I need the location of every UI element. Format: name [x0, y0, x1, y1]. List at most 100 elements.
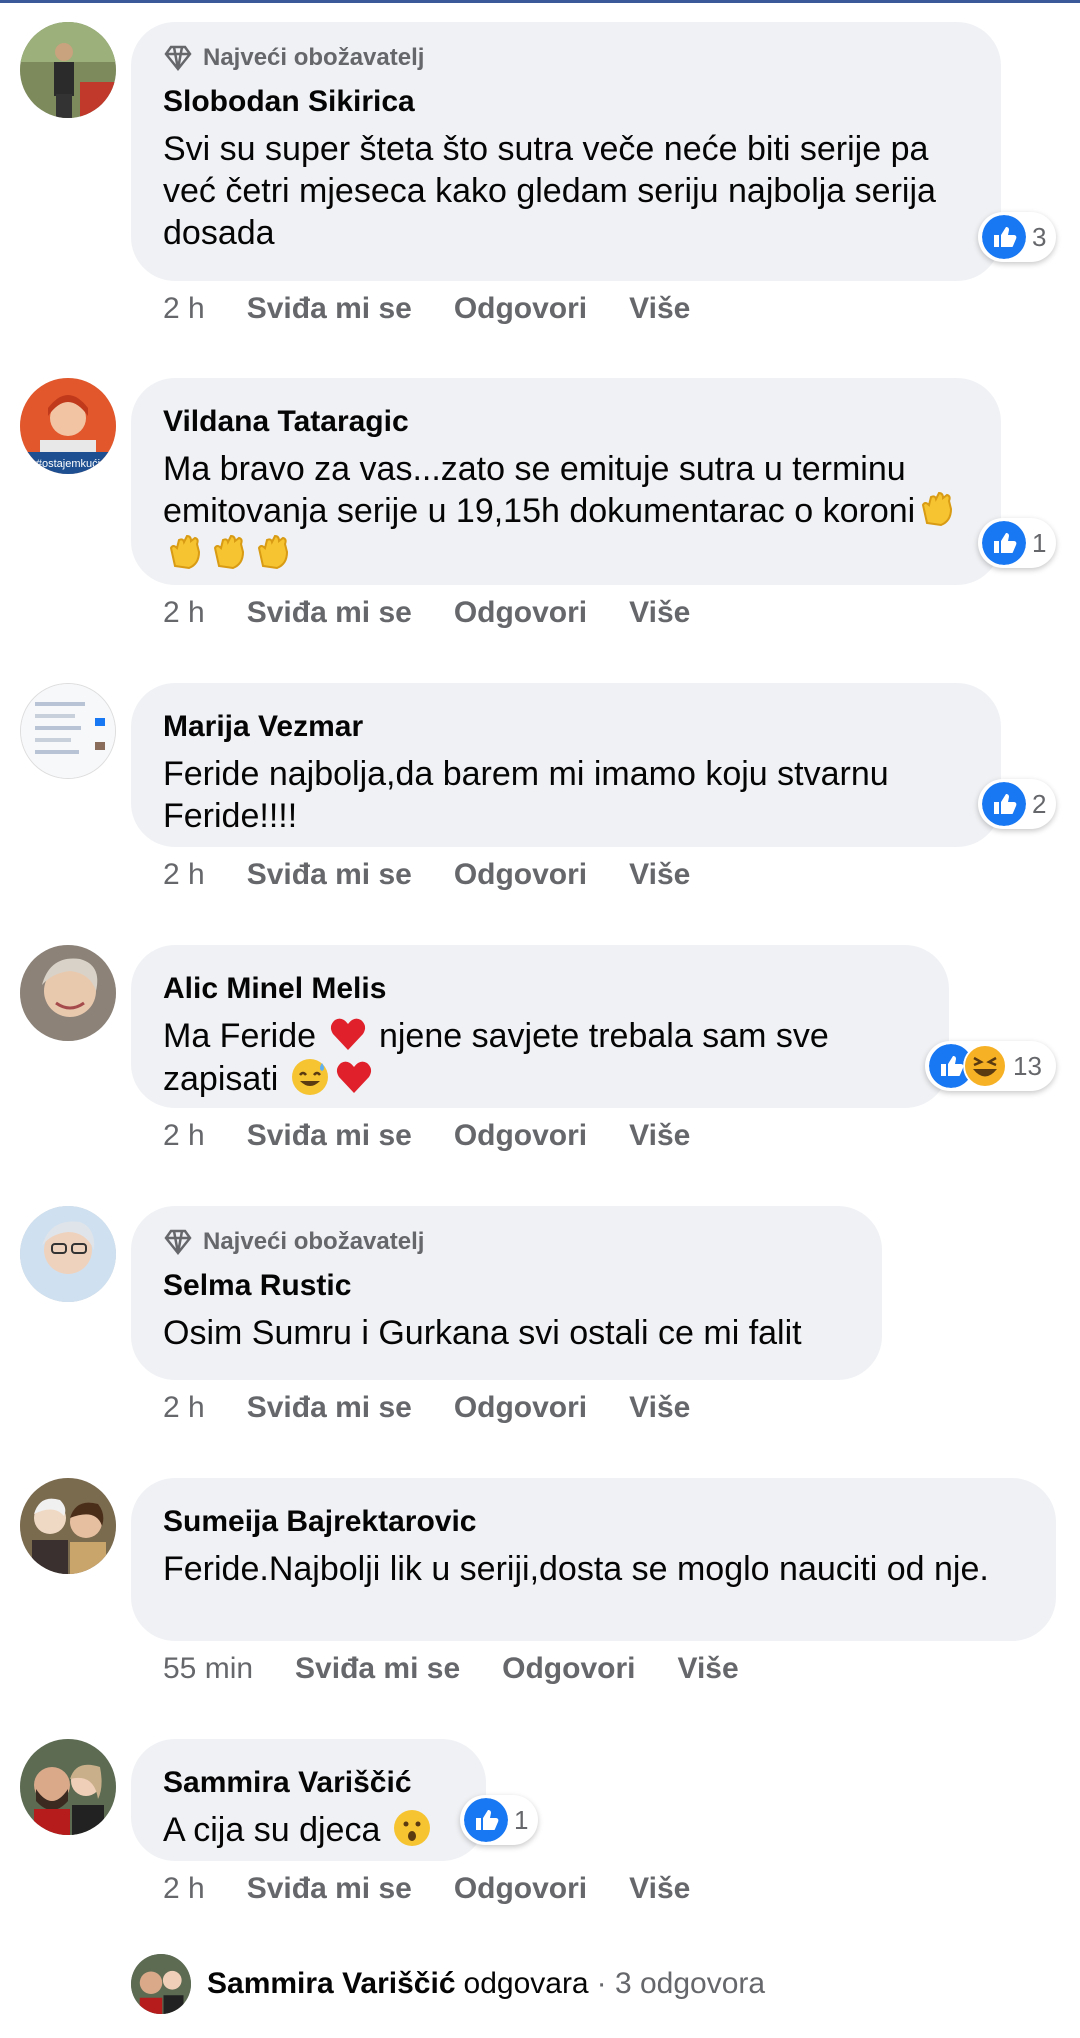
- hushed-face-emoji-icon: [393, 1810, 430, 1847]
- comment-text: Osim Sumru i Gurkana svi ostali ce mi fa…: [163, 1314, 802, 1352]
- comment-author[interactable]: Selma Rustic: [163, 1268, 850, 1304]
- red-heart-emoji-icon: [330, 1018, 365, 1051]
- comment-text-body: Ma bravo za vas...zato se emituje sutra …: [163, 450, 916, 530]
- more-button[interactable]: Više: [629, 1391, 690, 1425]
- avatar[interactable]: [20, 1206, 116, 1302]
- sweat-smile-emoji-icon: [291, 1059, 328, 1096]
- more-button[interactable]: Više: [677, 1652, 738, 1686]
- reply-button[interactable]: Odgovori: [454, 596, 587, 630]
- comment-author[interactable]: Alic Minel Melis: [163, 971, 917, 1007]
- like-button[interactable]: Sviđa mi se: [247, 292, 412, 326]
- reply-author: Sammira Variščić: [207, 1967, 456, 2000]
- clap-emoji-icon: [169, 535, 201, 570]
- comment-text: Ma Feride njene savjete trebala sam sve …: [163, 1015, 917, 1101]
- like-button[interactable]: Sviđa mi se: [247, 1119, 412, 1153]
- like-reaction-icon: [982, 782, 1026, 826]
- reply-button[interactable]: Odgovori: [454, 1872, 587, 1906]
- comment-bubble: Najveći obožavatelj Selma Rustic Osim Su…: [131, 1206, 882, 1380]
- comment-time[interactable]: 2 h: [163, 1872, 205, 1906]
- reaction-count: 1: [1032, 527, 1047, 558]
- more-button[interactable]: Više: [629, 1119, 690, 1153]
- like-button[interactable]: Sviđa mi se: [247, 1872, 412, 1906]
- reply-button[interactable]: Odgovori: [454, 1119, 587, 1153]
- comment-text: Svi su super šteta što sutra veče neće b…: [163, 130, 936, 252]
- more-button[interactable]: Više: [629, 596, 690, 630]
- comment-bubble: Sammira Variščić A cija su djeca: [131, 1739, 486, 1861]
- reaction-count: 3: [1032, 221, 1047, 252]
- comment-time[interactable]: 2 h: [163, 596, 205, 630]
- diamond-icon: [164, 1229, 192, 1255]
- clap-emoji-icon: [213, 535, 245, 570]
- comment-author[interactable]: Slobodan Sikirica: [163, 84, 969, 120]
- more-button[interactable]: Više: [629, 858, 690, 892]
- reply-count: · 3 odgovora: [596, 1967, 766, 2000]
- reaction-count: 13: [1013, 1050, 1042, 1081]
- like-reaction-icon: [982, 215, 1026, 259]
- like-reaction-icon: [982, 521, 1026, 565]
- comment-actions: 2 h Sviđa mi se Odgovori Više: [163, 1391, 732, 1425]
- comment-author[interactable]: Marija Vezmar: [163, 709, 969, 745]
- reaction-count: 1: [514, 1804, 529, 1835]
- reaction-summary[interactable]: 1: [460, 1795, 539, 1845]
- comment-author[interactable]: Vildana Tataragic: [163, 404, 969, 440]
- comment-actions: 2 h Sviđa mi se Odgovori Više: [163, 1119, 732, 1153]
- like-button[interactable]: Sviđa mi se: [295, 1652, 460, 1686]
- like-reaction-icon: [464, 1798, 508, 1842]
- reply-button[interactable]: Odgovori: [454, 292, 587, 326]
- comment-author[interactable]: Sumeija Bajrektarovic: [163, 1504, 1024, 1540]
- comment-time[interactable]: 2 h: [163, 292, 205, 326]
- reply-avatar: [131, 1954, 191, 2014]
- avatar[interactable]: [20, 683, 116, 779]
- comment-bubble: Sumeija Bajrektarovic Feride.Najbolji li…: [131, 1478, 1056, 1641]
- comment-bubble: Marija Vezmar Feride najbolja,da barem m…: [131, 683, 1001, 847]
- more-button[interactable]: Više: [629, 1872, 690, 1906]
- clap-emoji-icon: [257, 535, 289, 570]
- comment-time[interactable]: 55 min: [163, 1652, 253, 1686]
- comment-author[interactable]: Sammira Variščić: [163, 1765, 466, 1801]
- avatar[interactable]: [20, 1478, 116, 1574]
- avatar[interactable]: [20, 1739, 116, 1835]
- comment-text-body: A cija su djeca: [163, 1811, 381, 1849]
- comment-text-part: Ma Feride: [163, 1017, 317, 1055]
- comment-actions: 2 h Sviđa mi se Odgovori Više: [163, 596, 732, 630]
- avatar-frame-text: #ostajemkući: [36, 458, 100, 470]
- reply-verb: odgovara: [463, 1967, 589, 2000]
- diamond-icon: [164, 45, 192, 71]
- comment-bubble: Alic Minel Melis Ma Feride njene savjete…: [131, 945, 949, 1108]
- comment-actions: 2 h Sviđa mi se Odgovori Više: [163, 858, 732, 892]
- comment-time[interactable]: 2 h: [163, 1119, 205, 1153]
- top-fan-badge: Najveći obožavatelj: [163, 1228, 850, 1256]
- comment-time[interactable]: 2 h: [163, 1391, 205, 1425]
- like-button[interactable]: Sviđa mi se: [247, 596, 412, 630]
- reaction-summary[interactable]: 3: [978, 212, 1057, 262]
- view-replies-link[interactable]: Sammira Variščić odgovara · 3 odgovora: [131, 1954, 765, 2014]
- avatar[interactable]: [20, 945, 116, 1041]
- comment-text: Feride najbolja,da barem mi imamo koju s…: [163, 755, 889, 835]
- like-button[interactable]: Sviđa mi se: [247, 858, 412, 892]
- reaction-summary[interactable]: 1: [978, 518, 1057, 568]
- reaction-count: 2: [1032, 788, 1047, 819]
- avatar[interactable]: #ostajemkući: [20, 378, 116, 474]
- comment-text: Ma bravo za vas...zato se emituje sutra …: [163, 448, 969, 576]
- comment-bubble: Vildana Tataragic Ma bravo za vas...zato…: [131, 378, 1001, 585]
- comment-text: A cija su djeca: [163, 1809, 466, 1852]
- top-fan-badge: Najveći obožavatelj: [163, 44, 969, 72]
- reaction-summary[interactable]: 13: [925, 1041, 1056, 1091]
- comment-actions: 2 h Sviđa mi se Odgovori Više: [163, 292, 732, 326]
- reply-button[interactable]: Odgovori: [454, 1391, 587, 1425]
- reply-button[interactable]: Odgovori: [454, 858, 587, 892]
- like-button[interactable]: Sviđa mi se: [247, 1391, 412, 1425]
- comment-text: Feride.Najbolji lik u seriji,dosta se mo…: [163, 1550, 989, 1588]
- comment-actions: 55 min Sviđa mi se Odgovori Više: [163, 1652, 781, 1686]
- clap-emoji-icon: [922, 492, 953, 527]
- avatar[interactable]: [20, 22, 116, 118]
- top-bar: [0, 0, 1080, 3]
- red-heart-emoji-icon: [336, 1061, 371, 1094]
- more-button[interactable]: Više: [629, 292, 690, 326]
- haha-reaction-icon: [963, 1044, 1007, 1088]
- comment-bubble: Najveći obožavatelj Slobodan Sikirica Sv…: [131, 22, 1001, 281]
- comment-actions: 2 h Sviđa mi se Odgovori Više: [163, 1872, 732, 1906]
- reply-button[interactable]: Odgovori: [502, 1652, 635, 1686]
- reaction-summary[interactable]: 2: [978, 779, 1057, 829]
- comment-time[interactable]: 2 h: [163, 858, 205, 892]
